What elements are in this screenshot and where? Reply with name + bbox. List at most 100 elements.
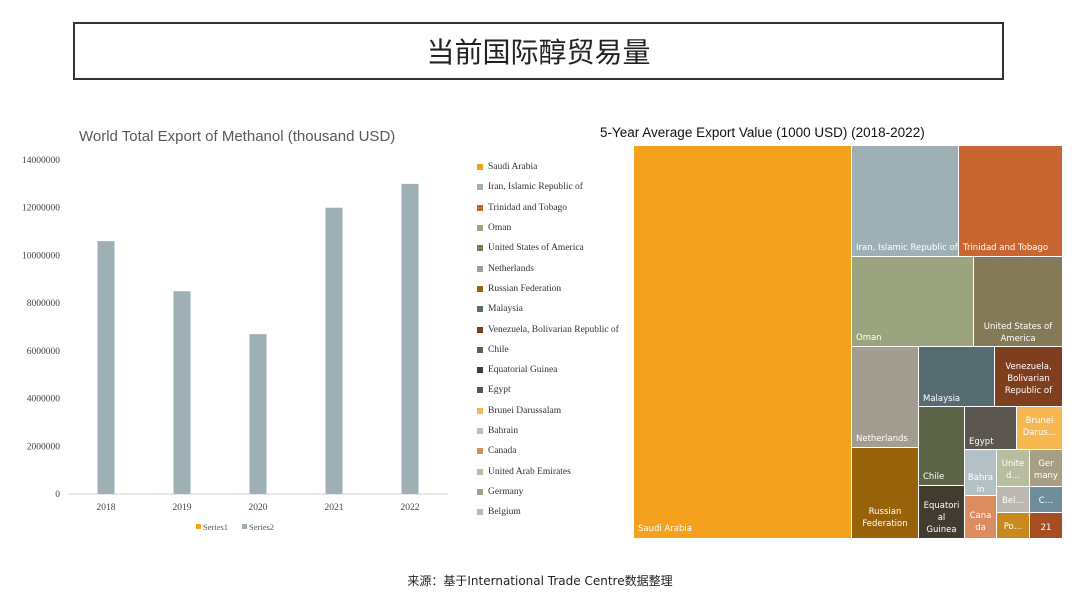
- legend-item: Canada: [477, 441, 635, 461]
- legend-label: Equatorial Guinea: [488, 365, 558, 376]
- legend-item: United States of America: [477, 238, 635, 258]
- legend-label: Canada: [488, 446, 517, 457]
- legend-swatch: [477, 326, 483, 333]
- legend-item: Belgium: [477, 502, 635, 522]
- treemap-tile-label: d…: [1006, 471, 1020, 481]
- legend-swatch: [477, 387, 483, 394]
- treemap-tile-label: Malaysia: [923, 394, 960, 404]
- x-tick-label: 2019: [173, 503, 192, 513]
- treemap-tile-label: Darus…: [1023, 428, 1057, 438]
- treemap-tile: [852, 146, 958, 256]
- legend-label: United Arab Emirates: [488, 466, 571, 477]
- legend-label: Iran, Islamic Republic of: [488, 182, 583, 193]
- legend-swatch: [477, 225, 483, 232]
- legend-label-Series2: Series2: [249, 522, 274, 532]
- treemap-tile-label: Po…: [1004, 522, 1023, 532]
- bar-2019: [173, 291, 191, 494]
- treemap-tile-label: C…: [1039, 496, 1053, 506]
- legend-label: Malaysia: [488, 304, 523, 315]
- treemap-tile: [852, 347, 918, 447]
- treemap-tile-label: Netherlands: [856, 434, 908, 444]
- treemap-tile-label: Egypt: [969, 437, 994, 447]
- legend-swatch: [477, 488, 483, 495]
- treemap-tile-label: Bolivarian: [1007, 374, 1049, 384]
- legend-label-Series1: Series1: [203, 522, 228, 532]
- legend-swatch: [477, 448, 483, 455]
- legend-swatch-Series1: [196, 524, 201, 529]
- legend-item: United Arab Emirates: [477, 461, 635, 481]
- treemap-tile-label: Bel…: [1002, 496, 1024, 506]
- legend-swatch: [477, 184, 483, 191]
- y-tick-label: 6000000: [27, 347, 61, 357]
- legend-label: Belgium: [488, 507, 521, 518]
- treemap-tile-label: Brunei: [1026, 416, 1054, 426]
- legend-label: United States of America: [488, 243, 584, 254]
- treemap-tile-label: in: [977, 485, 985, 495]
- treemap-chart: Saudi Arabia Iran, Islamic Republic of Tri…: [634, 146, 1062, 538]
- x-tick-label: 2018: [97, 503, 116, 513]
- treemap-tile: [974, 257, 1062, 346]
- treemap-tile-label: Venezuela,: [1005, 362, 1051, 372]
- treemap-tile-label: Equatori: [924, 501, 960, 511]
- treemap-legend: Saudi Arabia Iran, Islamic Republic of Tri…: [477, 157, 635, 527]
- y-tick-label: 14000000: [22, 156, 60, 166]
- bar-2021: [325, 207, 343, 494]
- treemap-tile-label: Ger: [1038, 459, 1054, 469]
- treemap-tile-label: 21: [1041, 523, 1052, 533]
- treemap-tile-label: America: [1000, 334, 1035, 344]
- treemap-tile-label: Unite: [1002, 459, 1025, 469]
- x-tick-label: 2020: [249, 503, 268, 513]
- bar-2022: [401, 183, 419, 494]
- treemap-tile-label: many: [1034, 471, 1058, 481]
- legend-item: Russian Federation: [477, 279, 635, 299]
- treemap-tile-label: Guinea: [926, 525, 956, 535]
- treemap-tile-label: Chile: [923, 472, 944, 482]
- y-tick-label: 10000000: [22, 251, 60, 261]
- treemap-title: 5-Year Average Export Value (1000 USD) (…: [600, 125, 925, 140]
- legend-swatch-Series2: [242, 524, 247, 529]
- legend-swatch: [477, 346, 483, 353]
- x-tick-label: 2021: [325, 503, 344, 513]
- y-tick-label: 8000000: [27, 299, 61, 309]
- legend-label: Germany: [488, 486, 524, 497]
- legend-item: Egypt: [477, 380, 635, 400]
- legend-item: Netherlands: [477, 258, 635, 278]
- legend-item: Brunei Darussalam: [477, 401, 635, 421]
- legend-item: Equatorial Guinea: [477, 360, 635, 380]
- treemap-tile-label: Bahra: [968, 473, 993, 483]
- bar-2020: [249, 334, 267, 494]
- y-tick-label: 0: [55, 490, 60, 500]
- legend-item: Oman: [477, 218, 635, 238]
- legend-item: Germany: [477, 482, 635, 502]
- bar-2018: [97, 241, 115, 494]
- legend-label: Egypt: [488, 385, 511, 396]
- legend-label: Saudi Arabia: [488, 162, 538, 173]
- treemap-tile-label: United States of: [984, 322, 1053, 332]
- legend-swatch: [477, 285, 483, 292]
- legend-label: Netherlands: [488, 263, 534, 274]
- treemap-tile-label: Trinidad and Tobago: [962, 243, 1048, 253]
- treemap-tile-label: Iran, Islamic Republic of: [856, 243, 959, 253]
- treemap-tile-label: Republic of: [1005, 386, 1053, 396]
- treemap-tile-label: da: [975, 523, 986, 533]
- legend-label: Bahrain: [488, 426, 519, 436]
- legend-item: Chile: [477, 340, 635, 360]
- treemap-tile: [634, 146, 851, 538]
- legend-swatch: [477, 428, 483, 434]
- page-title: 当前国际醇贸易量: [73, 22, 1004, 80]
- treemap-tile-label: Federation: [862, 519, 907, 529]
- legend-swatch: [477, 509, 483, 516]
- treemap-tile: [959, 146, 1062, 256]
- y-tick-label: 2000000: [27, 442, 61, 452]
- legend-item: Trinidad and Tobago: [477, 198, 635, 218]
- source-note: 来源：基于International Trade Centre数据整理: [407, 574, 673, 588]
- legend-item: Saudi Arabia: [477, 157, 635, 177]
- legend-swatch: [477, 164, 483, 171]
- y-tick-label: 12000000: [22, 204, 60, 214]
- treemap-tile-label: Russian: [869, 507, 902, 517]
- treemap-tile-label: Cana: [970, 511, 992, 521]
- legend-label: Chile: [488, 344, 509, 355]
- legend-swatch: [477, 306, 483, 313]
- legend-swatch: [477, 265, 483, 272]
- legend-swatch: [477, 367, 483, 374]
